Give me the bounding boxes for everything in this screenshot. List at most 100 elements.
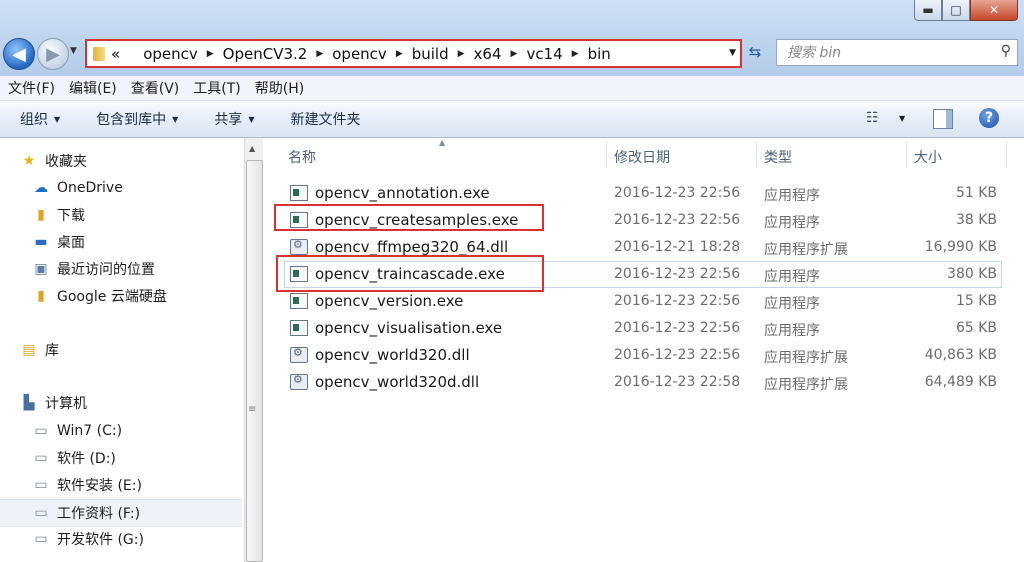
column-divider[interactable] (906, 142, 907, 168)
column-divider[interactable] (1006, 142, 1007, 168)
sidebar-item-drive-f[interactable]: ▭ 工作资料 (F:) (0, 499, 242, 527)
search-input[interactable] (785, 43, 989, 62)
view-dropdown-icon[interactable]: ▼ (899, 114, 905, 123)
chevron-right-icon[interactable]: ▶ (396, 49, 403, 59)
breadcrumb-build[interactable]: build (412, 45, 449, 63)
sidebar-label: Google 云端硬盘 (57, 289, 167, 305)
sidebar-item-recent[interactable]: ▣ 最近访问的位置 (32, 256, 274, 282)
maximize-button[interactable]: □ (942, 0, 970, 21)
column-size-header[interactable]: 大小 (914, 147, 942, 167)
breadcrumb-overflow[interactable]: « (111, 45, 120, 63)
sidebar-label: 计算机 (45, 396, 87, 412)
file-row[interactable]: opencv_annotation.exe 2016-12-23 22:56 应… (285, 181, 1001, 206)
organize-button[interactable]: 组织 ▼ (20, 109, 60, 129)
address-bar[interactable]: « opencv ▶ OpenCV3.2 ▶ opencv ▶ build ▶ … (85, 39, 742, 68)
drive-icon: ▭ (34, 450, 48, 466)
breadcrumb-opencv32[interactable]: OpenCV3.2 (223, 45, 308, 63)
file-row[interactable]: opencv_version.exe 2016-12-23 22:56 应用程序… (285, 289, 1001, 314)
breadcrumb-opencv-sub[interactable]: opencv (332, 45, 387, 63)
share-button[interactable]: 共享 ▼ (214, 109, 254, 129)
file-date: 2016-12-23 22:56 (614, 212, 741, 228)
file-size: 51 KB (955, 185, 997, 201)
help-icon[interactable]: ? (979, 108, 999, 128)
include-library-button[interactable]: 包含到库中 ▼ (96, 109, 178, 129)
sidebar-item-drive-e[interactable]: ▭ 软件安装 (E:) (32, 472, 274, 498)
sidebar-item-downloads[interactable]: ▮ 下载 (32, 202, 274, 228)
executable-icon (290, 293, 308, 309)
breadcrumb-bin[interactable]: bin (588, 45, 611, 63)
scroll-up-icon[interactable]: ▲ (249, 144, 255, 153)
column-divider[interactable] (606, 142, 607, 168)
search-box[interactable]: ⚲ (776, 39, 1018, 66)
file-date: 2016-12-23 22:56 (614, 266, 741, 282)
chevron-right-icon[interactable]: ▶ (458, 49, 465, 59)
recent-pages-dropdown[interactable]: ▼ (70, 46, 77, 56)
chevron-right-icon[interactable]: ▶ (572, 49, 579, 59)
view-options-icon[interactable]: ☷ (866, 110, 879, 126)
sidebar-item-google-drive[interactable]: ▮ Google 云端硬盘 (32, 283, 274, 309)
sidebar-label: 开发软件 (G:) (57, 532, 144, 548)
forward-button[interactable]: ▶ (37, 38, 69, 70)
menu-tools[interactable]: 工具(T) (193, 78, 240, 98)
column-type-header[interactable]: 类型 (764, 147, 792, 167)
menu-help[interactable]: 帮助(H) (255, 78, 304, 98)
breadcrumb-vc14[interactable]: vc14 (526, 45, 562, 63)
sidebar-item-onedrive[interactable]: ☁ OneDrive (32, 175, 274, 201)
sidebar-item-desktop[interactable]: ▬ 桌面 (32, 229, 274, 255)
file-date: 2016-12-21 18:28 (614, 239, 741, 255)
menu-edit[interactable]: 编辑(E) (69, 78, 117, 98)
file-name: opencv_ffmpeg320_64.dll (315, 238, 509, 256)
file-type: 应用程序扩展 (764, 350, 848, 366)
address-dropdown-icon[interactable]: ▼ (729, 48, 736, 58)
file-row[interactable]: opencv_world320d.dll 2016-12-23 22:58 应用… (285, 370, 1001, 395)
close-button[interactable]: ✕ (970, 0, 1018, 21)
file-date: 2016-12-23 22:58 (614, 374, 741, 390)
menu-view[interactable]: 查看(V) (131, 78, 180, 98)
back-button[interactable]: ◀ (3, 38, 35, 70)
file-date: 2016-12-23 22:56 (614, 347, 741, 363)
column-modified-header[interactable]: 修改日期 (614, 147, 670, 167)
drive-icon: ▭ (34, 531, 48, 547)
file-row[interactable]: opencv_visualisation.exe 2016-12-23 22:5… (285, 316, 1001, 341)
organize-label: 组织 (20, 112, 48, 128)
sidebar-label: OneDrive (57, 180, 123, 196)
scrollbar-thumb[interactable] (246, 160, 263, 562)
sidebar-libraries[interactable]: ▤ 库 (20, 337, 262, 363)
chevron-right-icon[interactable]: ▶ (316, 49, 323, 59)
navigation-scrollbar[interactable]: ▲ ≡ (244, 138, 264, 562)
sidebar-item-drive-g[interactable]: ▭ 开发软件 (G:) (32, 526, 274, 552)
sidebar-computer[interactable]: ▙ 计算机 (20, 390, 262, 416)
new-folder-button[interactable]: 新建文件夹 (290, 109, 360, 129)
column-headers: ▲ 名称 修改日期 类型 大小 (263, 138, 1024, 172)
sidebar-item-drive-c[interactable]: ▭ Win7 (C:) (32, 418, 274, 444)
window-controls: ▬ □ ✕ (914, 0, 1018, 22)
star-icon: ★ (22, 153, 36, 169)
column-name-header[interactable]: 名称 (288, 147, 316, 167)
file-date: 2016-12-23 22:56 (614, 185, 741, 201)
menu-file[interactable]: 文件(F) (8, 78, 55, 98)
refresh-button[interactable]: ⇆ (741, 40, 769, 64)
file-size: 40,863 KB (924, 347, 997, 363)
sidebar-label: 桌面 (57, 235, 85, 251)
sidebar-favorites[interactable]: ★ 收藏夹 (20, 148, 262, 174)
file-name: opencv_world320.dll (315, 346, 470, 364)
chevron-right-icon[interactable]: ▶ (207, 49, 214, 59)
breadcrumb-opencv[interactable]: opencv (143, 45, 198, 63)
file-type: 应用程序扩展 (764, 377, 848, 393)
file-type: 应用程序 (764, 323, 820, 339)
file-row[interactable]: opencv_world320.dll 2016-12-23 22:56 应用程… (285, 343, 1001, 368)
column-divider[interactable] (756, 142, 757, 168)
drive-icon: ▭ (34, 477, 48, 493)
cloud-icon: ☁ (34, 180, 48, 196)
file-size: 64,489 KB (924, 374, 997, 390)
caret-down-icon: ▼ (54, 114, 61, 124)
preview-pane-icon[interactable] (933, 109, 953, 129)
chevron-right-icon[interactable]: ▶ (511, 49, 518, 59)
breadcrumb-x64[interactable]: x64 (474, 45, 502, 63)
search-icon[interactable]: ⚲ (1001, 43, 1011, 59)
minimize-button[interactable]: ▬ (914, 0, 942, 21)
file-date: 2016-12-23 22:56 (614, 293, 741, 309)
google-drive-folder-icon: ▮ (37, 288, 45, 304)
sidebar-item-drive-d[interactable]: ▭ 软件 (D:) (32, 445, 274, 471)
recent-places-icon: ▣ (34, 261, 48, 277)
